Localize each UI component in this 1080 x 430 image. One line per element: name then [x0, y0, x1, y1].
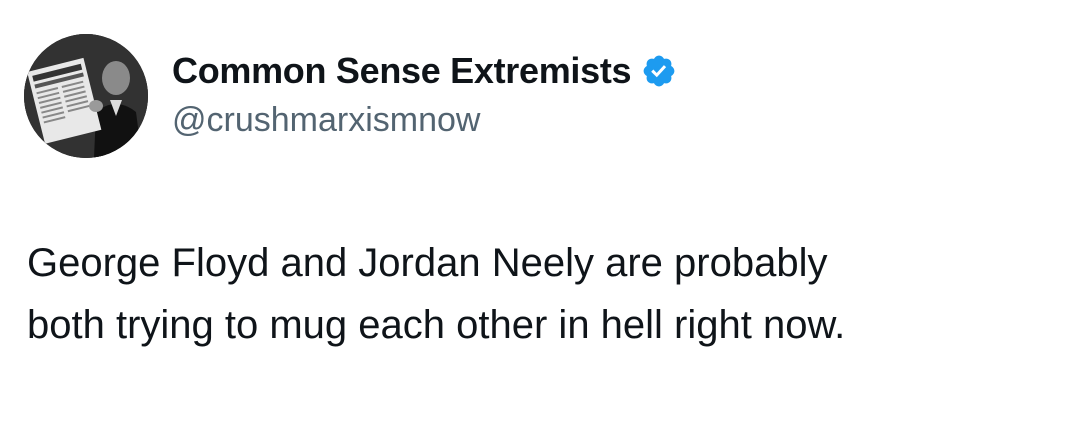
author-handle[interactable]: @crushmarxismnow: [172, 98, 480, 142]
avatar-image: [24, 34, 148, 158]
tweet-card: Common Sense Extremists @crushmarxismnow…: [0, 0, 1080, 430]
tweet-text-line: George Floyd and Jordan Neely are probab…: [27, 241, 828, 285]
author-name-row: Common Sense Extremists: [172, 46, 677, 96]
author-display-name[interactable]: Common Sense Extremists: [172, 46, 632, 96]
tweet-text: George Floyd and Jordan Neely are probab…: [27, 232, 1057, 356]
avatar[interactable]: [24, 34, 148, 158]
verified-badge-icon[interactable]: [641, 53, 677, 89]
tweet-text-line: both trying to mug each other in hell ri…: [27, 303, 846, 347]
